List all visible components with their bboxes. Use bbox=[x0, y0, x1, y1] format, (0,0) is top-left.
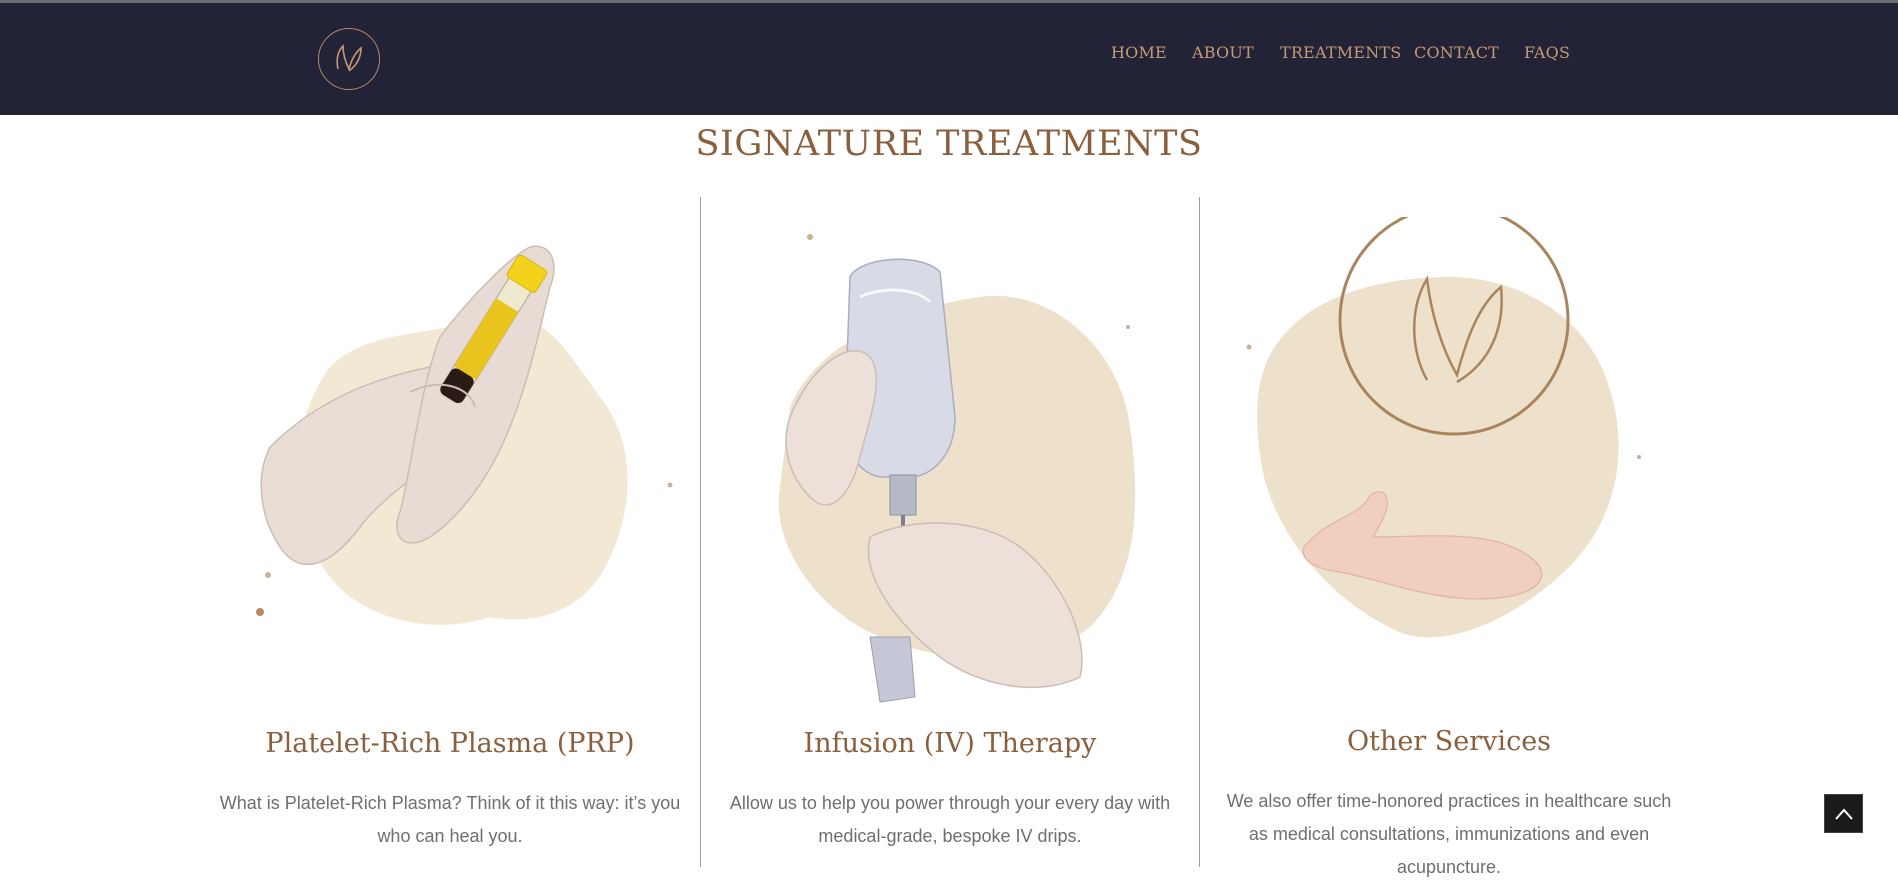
nav-home[interactable]: HOME bbox=[1111, 43, 1167, 62]
treatment-card-other: Other Services We also offer time-honore… bbox=[1209, 197, 1689, 877]
main-nav: HOME ABOUT TREATMENTS CONTACT FAQS bbox=[0, 43, 1898, 67]
gloved-hands-holding-iv-bottle-illustration bbox=[778, 234, 1136, 703]
section-title: SIGNATURE TREATMENTS bbox=[695, 124, 1203, 164]
column-divider bbox=[1199, 197, 1200, 867]
treatment-card-prp: Platelet-Rich Plasma (PRP) What is Plate… bbox=[210, 197, 690, 867]
nav-treatments[interactable]: TREATMENTS bbox=[1280, 43, 1401, 62]
column-divider bbox=[700, 197, 701, 867]
card-title: Infusion (IV) Therapy bbox=[803, 728, 1097, 759]
gloved-hands-holding-blood-tube-illustration bbox=[256, 245, 673, 625]
card-description: What is Platelet-Rich Plasma? Think of i… bbox=[219, 793, 681, 846]
chevron-up-icon bbox=[1834, 807, 1853, 820]
nav-about[interactable]: ABOUT bbox=[1192, 43, 1254, 62]
nav-faqs[interactable]: FAQS bbox=[1524, 43, 1570, 62]
back-to-top-button[interactable] bbox=[1824, 794, 1863, 833]
card-title: Other Services bbox=[1346, 726, 1552, 757]
hand-with-leaf-logo-illustration bbox=[1246, 217, 1641, 638]
card-description: We also offer time-honored practices in … bbox=[1226, 791, 1672, 877]
card-title: Platelet-Rich Plasma (PRP) bbox=[265, 728, 635, 759]
treatment-card-iv: Infusion (IV) Therapy Allow us to help y… bbox=[710, 197, 1190, 867]
site-header: HOME ABOUT TREATMENTS CONTACT FAQS bbox=[0, 3, 1898, 115]
nav-contact[interactable]: CONTACT bbox=[1414, 43, 1499, 62]
card-description: Allow us to help you power through your … bbox=[729, 793, 1171, 846]
